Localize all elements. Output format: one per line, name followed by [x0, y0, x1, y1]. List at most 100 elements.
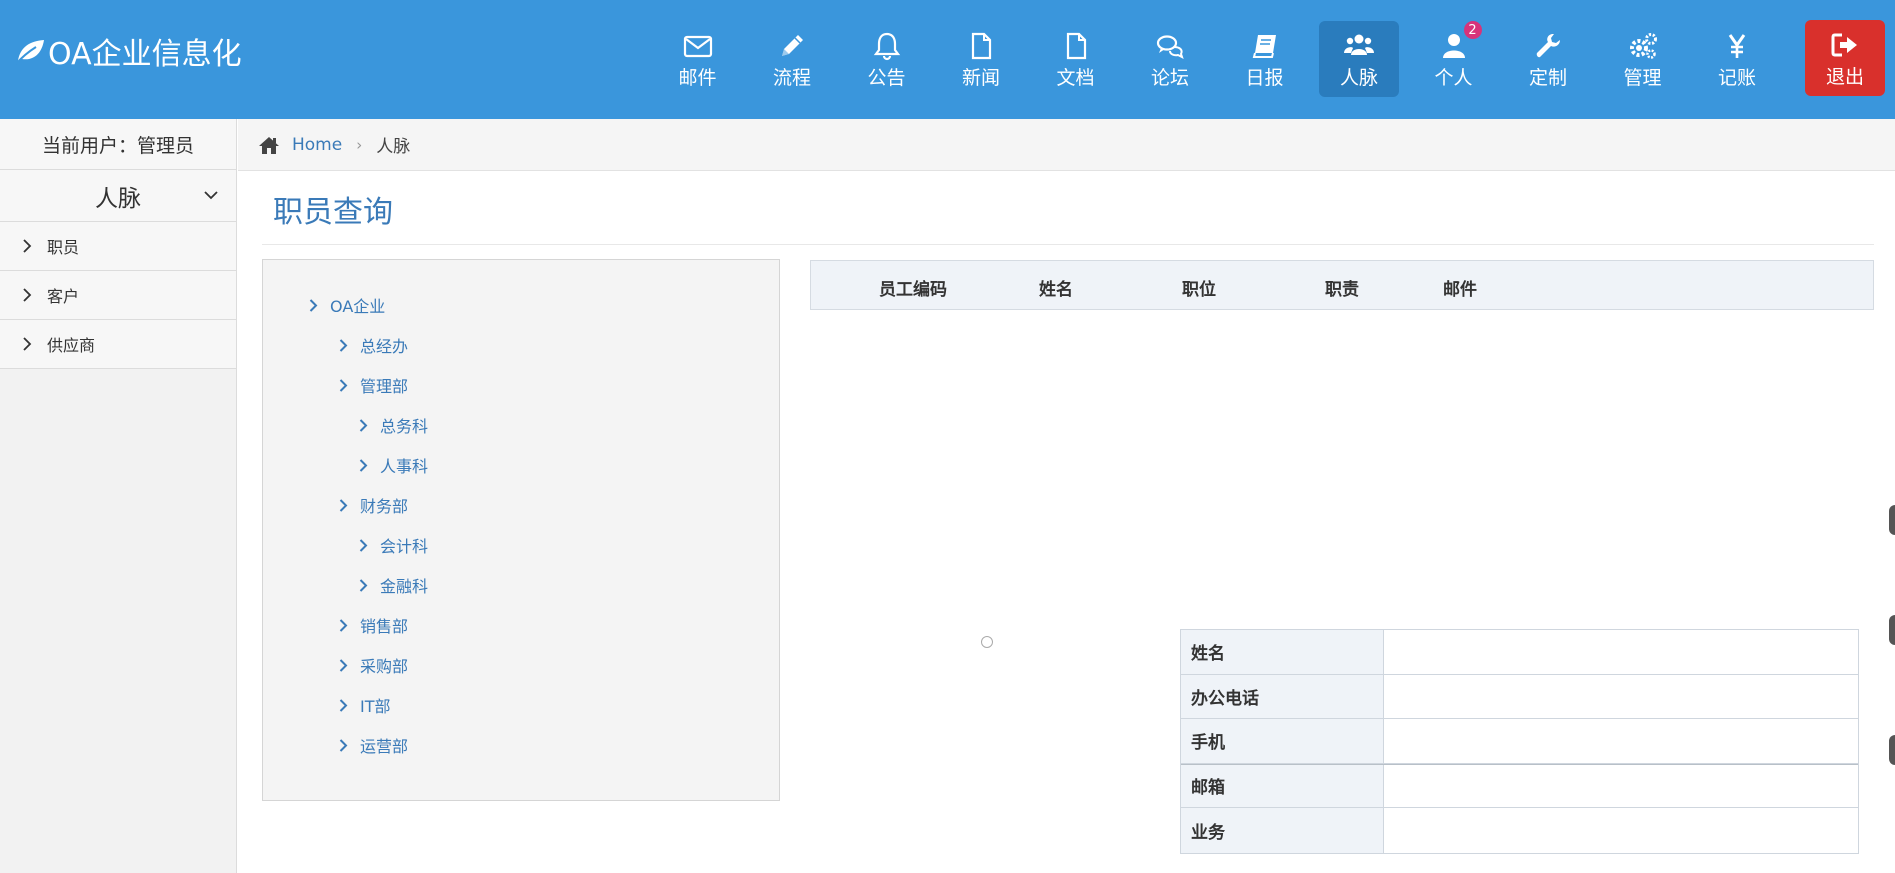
top-navbar: OA企业信息化 邮件 流程 公告 新闻 文档 论坛 日报 人脉 个人 2 定制 …	[0, 0, 1895, 119]
user-icon	[1442, 34, 1465, 58]
file-icon	[1066, 32, 1086, 60]
chevron-right-icon	[339, 658, 348, 672]
column-header-name[interactable]: 姓名	[1039, 275, 1073, 300]
tree-node[interactable]: 总经办	[339, 334, 408, 356]
nav-item-news[interactable]: 新闻	[941, 21, 1021, 97]
nav-item-forum[interactable]: 论坛	[1130, 21, 1210, 97]
staff-table-header: 员工编码 姓名 职位 职责 邮件	[810, 260, 1874, 310]
tree-node-label: 总经办	[360, 337, 409, 356]
scroll-handle[interactable]	[1889, 615, 1895, 645]
detail-value	[1384, 808, 1858, 853]
breadcrumb: Home › 人脉	[238, 119, 1895, 171]
bell-icon	[873, 32, 900, 61]
scroll-handle[interactable]	[1889, 735, 1895, 765]
tree-node[interactable]: 财务部	[339, 494, 408, 516]
nav-label: 管理	[1623, 67, 1662, 89]
sidebar-section-header[interactable]: 人脉	[0, 170, 236, 222]
nav-item-notice[interactable]: 公告	[847, 21, 927, 97]
tree-node-label: 管理部	[360, 377, 409, 396]
detail-value	[1384, 674, 1858, 718]
nav-item-custom[interactable]: 定制	[1508, 21, 1588, 97]
nav-item-contacts[interactable]: 人脉	[1319, 21, 1399, 97]
breadcrumb-separator: ›	[356, 135, 363, 154]
tree-node[interactable]: OA企业	[309, 294, 385, 316]
chevron-right-icon	[339, 498, 348, 512]
detail-row-name: 姓名	[1181, 630, 1858, 675]
tree-node[interactable]: 采购部	[339, 654, 408, 676]
tree-node[interactable]: 管理部	[339, 374, 408, 396]
chevron-right-icon	[339, 738, 348, 752]
detail-label: 手机	[1181, 719, 1384, 763]
nav-label: 人脉	[1339, 67, 1378, 89]
detail-row-mobile: 手机	[1181, 719, 1858, 764]
file-icon	[971, 32, 992, 60]
tree-node-label: 销售部	[360, 617, 409, 636]
column-header-employee-code[interactable]: 员工编码	[879, 275, 947, 300]
tree-node[interactable]: IT部	[339, 694, 391, 716]
tree-node[interactable]: 运营部	[339, 734, 408, 756]
nav-item-docs[interactable]: 文档	[1036, 21, 1116, 97]
gears-icon	[1629, 33, 1657, 59]
sidebar-item-label: 职员	[47, 238, 80, 257]
sidebar-item-label: 客户	[47, 287, 80, 306]
nav-item-manage[interactable]: 管理	[1603, 21, 1683, 97]
chevron-right-icon	[23, 239, 32, 253]
tree-node[interactable]: 人事科	[359, 454, 428, 476]
column-header-duty[interactable]: 职责	[1325, 275, 1359, 300]
loading-indicator	[981, 636, 993, 648]
chevron-right-icon	[339, 698, 348, 712]
chevron-right-icon	[359, 458, 368, 472]
nav-label: 论坛	[1150, 67, 1189, 89]
brand-title: OA企业信息化	[48, 37, 242, 72]
tree-node[interactable]: 会计科	[359, 534, 428, 556]
detail-value	[1384, 630, 1858, 674]
nav-label: 定制	[1528, 67, 1567, 89]
detail-label: 邮箱	[1181, 764, 1384, 807]
tree-node-label: 运营部	[360, 737, 409, 756]
nav-item-flow[interactable]: 流程	[752, 21, 832, 97]
nav-item-mail[interactable]: 邮件	[658, 21, 738, 97]
sidebar-item-suppliers[interactable]: 供应商	[0, 320, 236, 369]
breadcrumb-current: 人脉	[376, 137, 411, 157]
logout-button[interactable]: 退出	[1805, 20, 1885, 96]
yen-icon	[1728, 34, 1746, 58]
chevron-right-icon	[309, 298, 318, 312]
detail-value	[1384, 719, 1858, 763]
chevron-right-icon	[339, 378, 348, 392]
detail-row-business: 业务	[1181, 808, 1858, 853]
tree-node-label: 财务部	[360, 497, 409, 516]
nav-item-personal[interactable]: 个人 2	[1414, 21, 1494, 97]
column-header-email[interactable]: 邮件	[1443, 275, 1477, 300]
tree-node-label: IT部	[360, 697, 391, 716]
tree-node-label: 会计科	[380, 537, 429, 556]
brand-logo[interactable]: OA企业信息化	[14, 31, 242, 72]
users-icon	[1344, 34, 1374, 55]
tree-node[interactable]: 金融科	[359, 574, 428, 596]
tree-node[interactable]: 总务科	[359, 414, 428, 436]
sidebar-item-customers[interactable]: 客户	[0, 271, 236, 320]
nav-item-ledger[interactable]: 记账	[1697, 21, 1777, 97]
tree-node-label: 人事科	[380, 457, 429, 476]
chevron-right-icon	[359, 538, 368, 552]
home-icon	[259, 136, 279, 154]
breadcrumb-home-link[interactable]: Home	[292, 135, 342, 155]
nav-label: 记账	[1717, 67, 1756, 89]
tree-node-label: 总务科	[380, 417, 429, 436]
envelope-icon	[683, 35, 712, 58]
detail-label: 业务	[1181, 808, 1384, 853]
tree-node-label: OA企业	[330, 297, 386, 316]
page-title: 职员查询	[273, 195, 393, 230]
nav-label: 退出	[1825, 66, 1864, 88]
tree-node-label: 采购部	[360, 657, 409, 676]
chevron-right-icon	[339, 338, 348, 352]
nav-label: 日报	[1245, 67, 1284, 89]
nav-item-daily[interactable]: 日报	[1225, 21, 1305, 97]
tree-node[interactable]: 销售部	[339, 614, 408, 636]
scroll-handle[interactable]	[1889, 505, 1895, 535]
sidebar-item-staff[interactable]: 职员	[0, 222, 236, 271]
tree-node-label: 金融科	[380, 577, 429, 596]
chevron-right-icon	[23, 337, 32, 351]
main-nav: 邮件 流程 公告 新闻 文档 论坛 日报 人脉 个人 2 定制 管理 记账 退出	[643, 20, 1885, 99]
comments-icon	[1156, 35, 1184, 59]
column-header-position[interactable]: 职位	[1182, 275, 1216, 300]
